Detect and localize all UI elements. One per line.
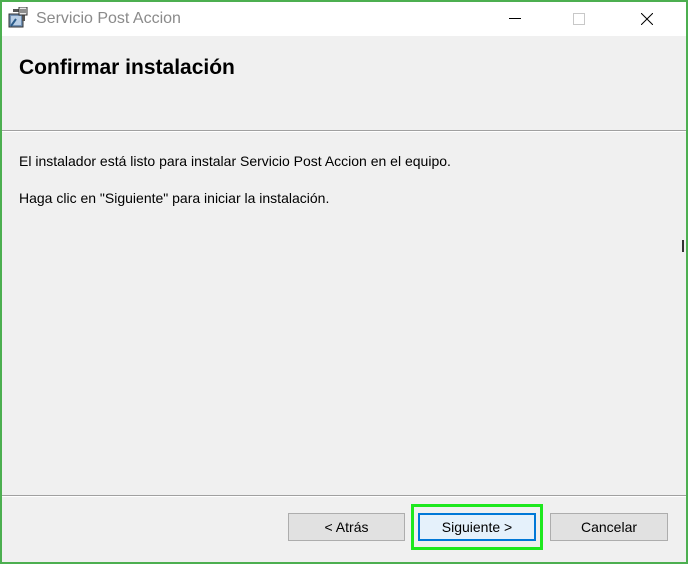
instruction-message: Haga clic en "Siguiente" para iniciar la… <box>19 190 330 206</box>
next-button[interactable]: Siguiente > <box>418 513 536 541</box>
minimize-icon <box>509 18 521 20</box>
edge-marker <box>682 240 684 252</box>
maximize-button <box>556 2 602 36</box>
installer-package-icon <box>7 6 29 29</box>
header-separator <box>2 130 686 132</box>
minimize-button[interactable] <box>492 2 538 36</box>
ready-message: El instalador está listo para instalar S… <box>19 153 451 169</box>
header-panel: Confirmar instalación <box>2 36 686 130</box>
close-button[interactable] <box>624 2 670 36</box>
maximize-icon <box>573 13 585 25</box>
footer-separator <box>2 495 686 497</box>
window-title: Servicio Post Accion <box>36 10 181 27</box>
cancel-button[interactable]: Cancelar <box>550 513 668 541</box>
back-button[interactable]: < Atrás <box>288 513 405 541</box>
installer-window: Servicio Post Accion Confirmar instalaci… <box>0 0 688 564</box>
close-icon <box>641 13 653 25</box>
page-title: Confirmar instalación <box>19 56 235 79</box>
title-bar[interactable]: Servicio Post Accion <box>2 2 686 36</box>
